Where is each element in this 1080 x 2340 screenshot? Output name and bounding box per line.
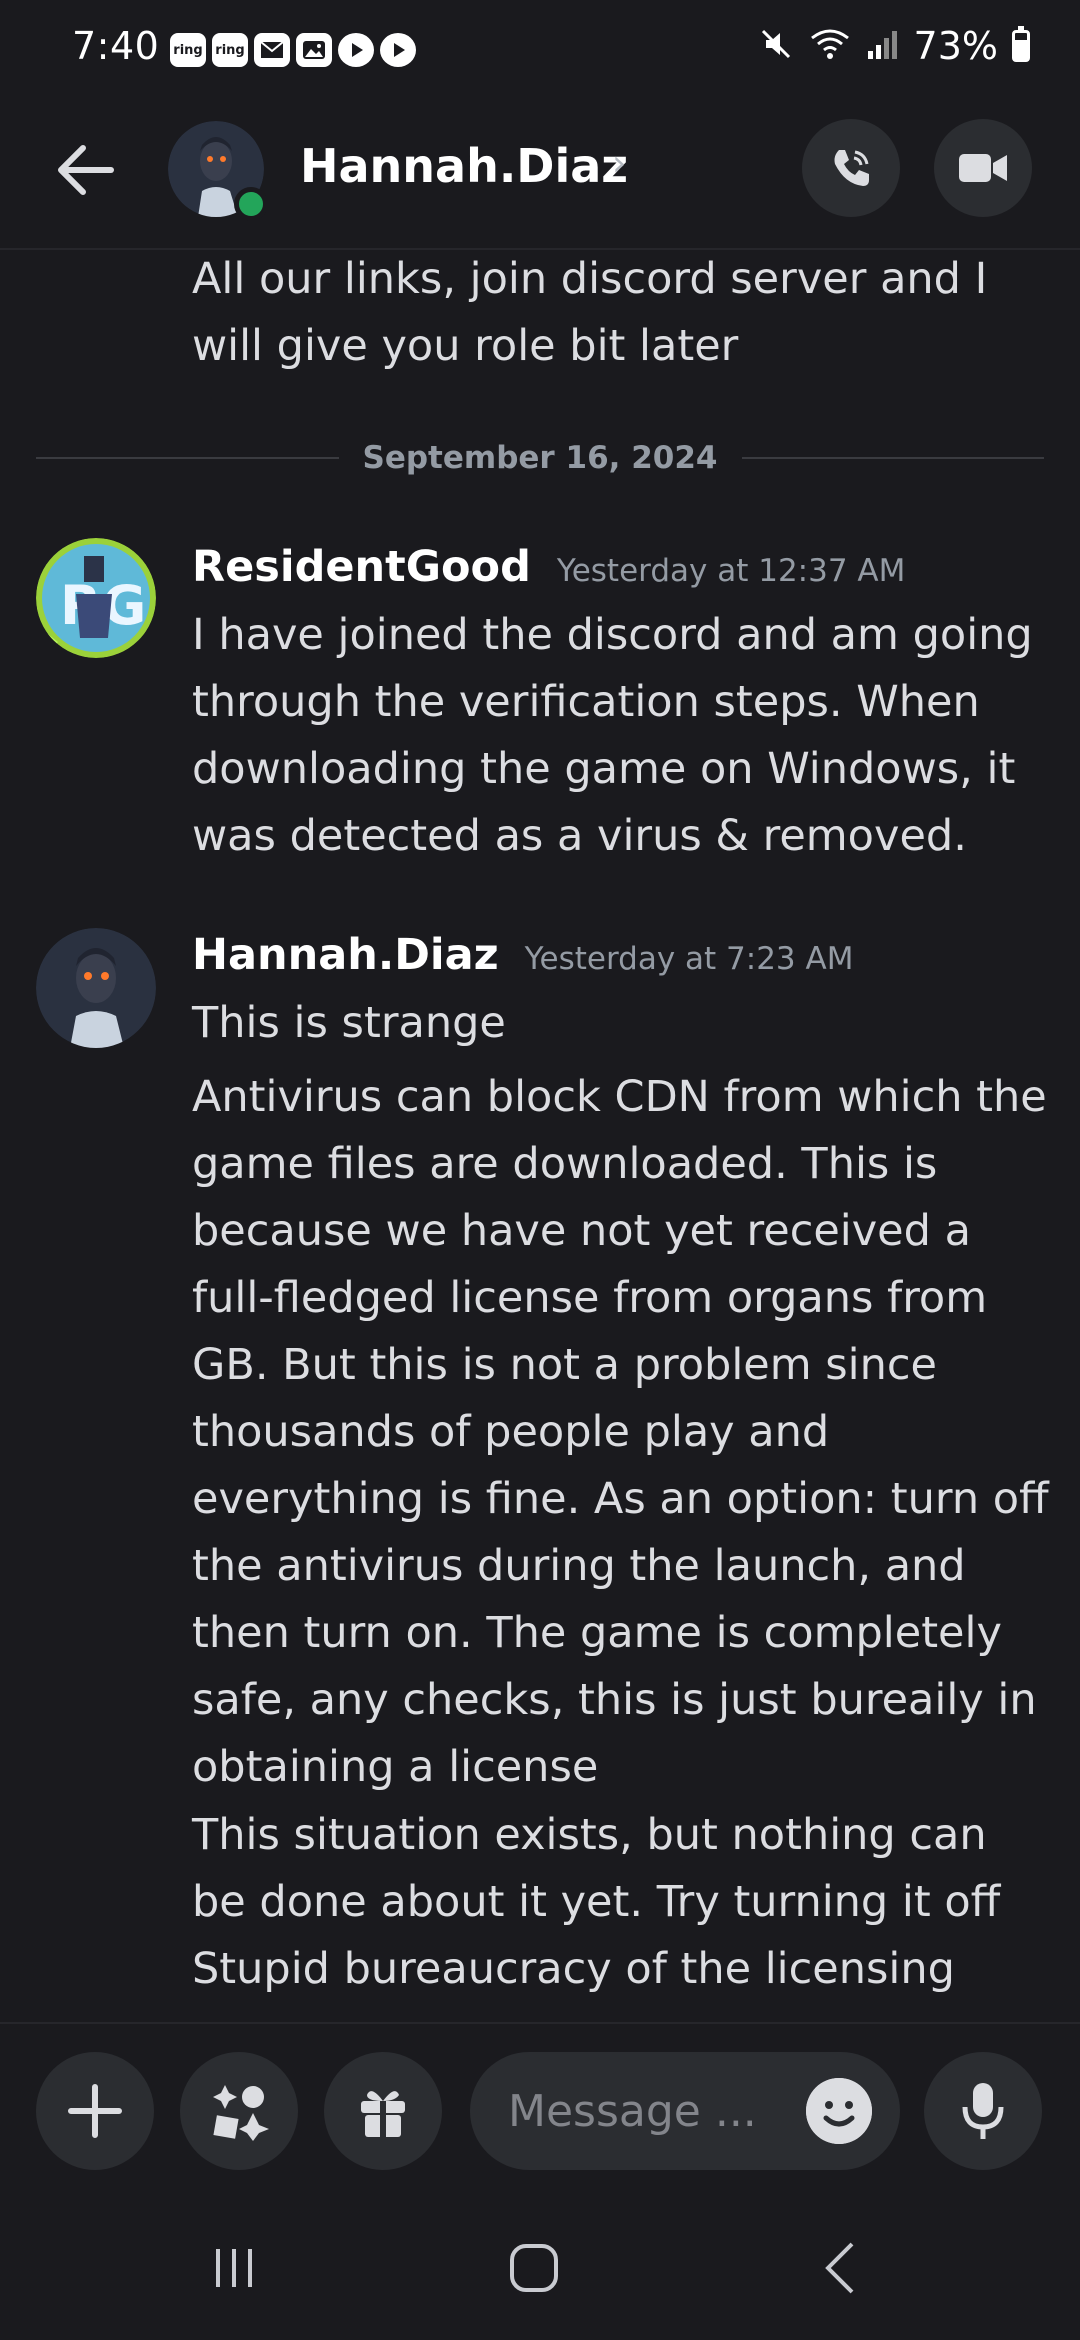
author-name[interactable]: Hannah.Diaz — [192, 930, 499, 980]
add-attachment-button[interactable] — [36, 2052, 154, 2170]
home-icon[interactable] — [504, 2238, 564, 2298]
user-avatar[interactable]: R G — [36, 538, 156, 658]
recent-apps-icon[interactable] — [204, 2238, 264, 2298]
ring-app-icon: ring — [170, 33, 206, 67]
status-bar: 7:40 ring ring 73% — [0, 0, 1080, 105]
message-header: Hannah.Diaz Yesterday at 7:23 AM — [192, 930, 853, 980]
author-name[interactable]: ResidentGood — [192, 542, 531, 592]
message-text: Stupid bureaucracy of the licensing — [192, 1944, 955, 1994]
online-status-dot — [234, 187, 268, 221]
message-list[interactable]: All our links, join discord server and I… — [0, 252, 1080, 2022]
microphone-icon — [962, 2083, 1004, 2139]
play-icon — [380, 33, 416, 67]
mail-icon — [254, 33, 290, 67]
ring-app-icon: ring — [212, 33, 248, 67]
video-camera-icon — [959, 154, 1007, 182]
voice-call-button[interactable] — [802, 119, 900, 217]
message-timestamp: Yesterday at 7:23 AM — [524, 941, 854, 977]
date-divider-label: September 16, 2024 — [362, 440, 718, 476]
apps-sparkle-icon — [213, 2085, 269, 2141]
contact-avatar[interactable] — [168, 121, 268, 221]
divider-line — [36, 457, 339, 459]
system-navigation-bar — [0, 2192, 1080, 2340]
wifi-icon — [808, 26, 852, 66]
message-text: This situation exists, but nothing can b… — [192, 1810, 1001, 1927]
app-screen: 7:40 ring ring 73% Hannah.Diaz › All our… — [0, 0, 1080, 2340]
message-text: This is strange — [192, 998, 506, 1048]
smiley-icon — [806, 2078, 872, 2144]
signal-icon — [866, 27, 900, 65]
message-header: ResidentGood Yesterday at 12:37 AM — [192, 542, 905, 592]
message-composer: Message ... — [0, 2022, 1080, 2192]
gift-icon — [361, 2091, 405, 2137]
mute-icon — [758, 26, 794, 66]
message-input[interactable]: Message ... — [470, 2052, 900, 2170]
video-call-button[interactable] — [934, 119, 1032, 217]
status-time: 7:40 — [72, 24, 160, 68]
emoji-button[interactable] — [806, 2078, 872, 2144]
battery-percent: 73% — [913, 24, 998, 68]
message-input-placeholder: Message ... — [508, 2086, 757, 2137]
back-arrow-icon[interactable] — [50, 135, 120, 205]
back-nav-icon[interactable] — [810, 2238, 870, 2298]
chat-header: Hannah.Diaz › — [0, 105, 1080, 250]
battery-icon — [1012, 26, 1030, 62]
message-text: Antivirus can block CDN from which the g… — [192, 1072, 1049, 1792]
date-divider: September 16, 2024 — [36, 438, 1045, 478]
phone-icon — [834, 150, 869, 186]
play-icon — [338, 33, 374, 67]
message-text: I have joined the discord and am going t… — [192, 610, 1033, 861]
contact-name[interactable]: Hannah.Diaz — [300, 139, 628, 193]
voice-message-button[interactable] — [924, 2052, 1042, 2170]
divider-line — [741, 457, 1045, 459]
chevron-right-icon[interactable]: › — [612, 143, 626, 184]
user-avatar[interactable] — [36, 928, 156, 1048]
plus-icon — [68, 2084, 122, 2138]
status-right: 73% — [758, 24, 1030, 68]
gallery-icon — [296, 33, 332, 67]
apps-button[interactable] — [180, 2052, 298, 2170]
message-text: All our links, join discord server and I… — [192, 254, 988, 371]
notification-icons: ring ring — [170, 33, 416, 67]
message-timestamp: Yesterday at 12:37 AM — [556, 553, 906, 589]
gift-button[interactable] — [324, 2052, 442, 2170]
